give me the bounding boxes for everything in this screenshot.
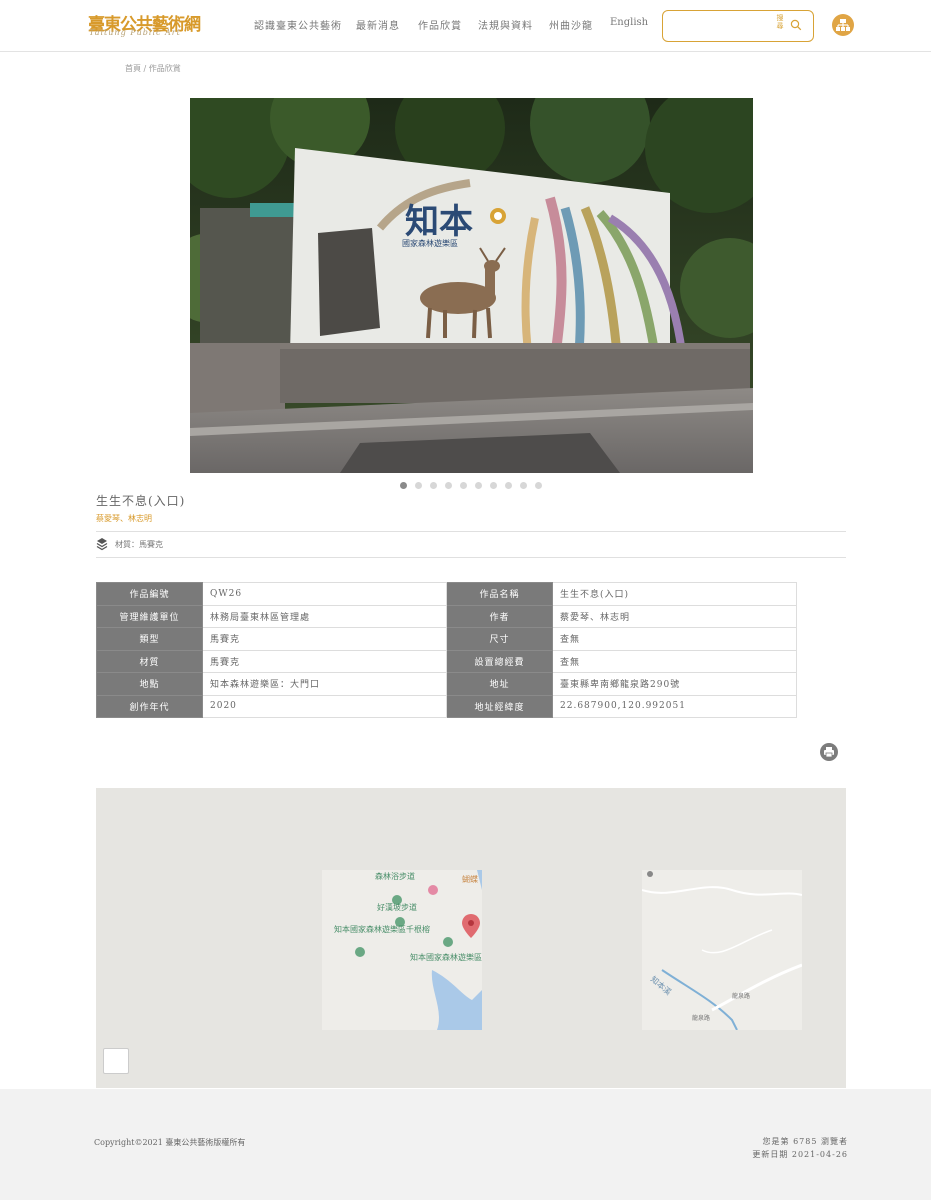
map-label-trail2: 好漢坡步道 [377,902,417,912]
nav-item-salon[interactable]: 州曲沙龍 [549,17,593,32]
map-label-partial: 蝴蝶 [462,874,478,884]
map-label-trail1: 森林浴步道 [375,871,415,881]
table-value: 蔡愛琴、林志明 [552,604,797,628]
update-date: 更新日期 2021-04-26 [752,1150,848,1159]
sitemap-button[interactable] [832,14,854,36]
carousel-dot[interactable] [520,482,527,489]
table-row: 材質 馬賽克 設置總經費 查無 [96,649,797,673]
carousel-dot[interactable] [505,482,512,489]
search-icon[interactable] [790,19,802,31]
table-key: 尺寸 [446,627,553,651]
copyright-text: Copyright©2021 臺東公共藝術版權所有 [94,1138,246,1147]
nav-item-news[interactable]: 最新消息 [356,17,400,32]
carousel-dot[interactable] [535,482,542,489]
table-key: 設置總經費 [446,649,553,673]
search-button[interactable]: 搜尋 [775,14,785,38]
table-key: 作品名稱 [446,582,553,606]
table-row: 類型 馬賽克 尺寸 查無 [96,627,797,651]
material-line: 材質：馬賽克 [115,540,163,549]
nav-item-about[interactable]: 認識臺東公共藝術 [254,17,342,32]
carousel-dot[interactable] [490,482,497,489]
carousel-dot[interactable] [430,482,437,489]
table-key: 地址經緯度 [446,694,553,718]
map-tile-graphic: 森林浴步道 好漢坡步道 知本國家森林遊樂區千根榕 知本國家森林遊樂區 蝴蝶 [334,870,482,1030]
table-key: 材質 [96,649,203,673]
search-input[interactable] [669,17,769,35]
table-value: 生生不息(入口) [552,582,797,606]
table-value: QW26 [202,582,447,606]
site-footer: Copyright©2021 臺東公共藝術版權所有 您是第 6785 瀏覽者 更… [0,1089,931,1200]
nav-item-english[interactable]: English [610,17,648,31]
table-value: 臺東縣卑南鄉龍泉路290號 [552,672,797,696]
table-key: 作者 [446,604,553,628]
table-value: 知本森林遊樂區：大門口 [202,672,447,696]
breadcrumb-home[interactable]: 首頁 [125,64,141,73]
work-title: 生生不息(入口) [96,494,186,508]
table-row: 創作年代 2020 地址經緯度 22.687900,120.992051 [96,694,797,718]
artwork-photo[interactable]: 知本 國家森林遊樂區 [190,98,753,473]
work-artist: 蔡愛琴、林志明 [96,514,152,523]
site-header: 臺東公共藝術網 Taitung Public Art 認識臺東公共藝術 最新消息… [0,0,931,52]
carousel-dot[interactable] [475,482,482,489]
carousel-dot[interactable] [460,482,467,489]
table-value: 22.687900,120.992051 [552,694,797,718]
artwork-info-table: 作品編號 QW26 作品名稱 生生不息(入口) 管理維護單位 林務局臺東林區管理… [96,582,797,718]
carousel-dot[interactable] [400,482,407,489]
breadcrumb-separator: / [143,64,147,73]
table-value: 2020 [202,694,447,718]
artwork-photo-image: 知本 國家森林遊樂區 [190,98,753,473]
table-key: 地點 [96,672,203,696]
map-label-road2: 龍泉路 [692,1014,710,1022]
nav-item-works[interactable]: 作品欣賞 [418,17,462,32]
table-value: 查無 [552,627,797,651]
table-row: 作品編號 QW26 作品名稱 生生不息(入口) [96,582,797,606]
map-tile: 知本溪 龍泉路 龍泉路 [642,870,802,1030]
divider [96,531,846,532]
map-label-area1: 知本國家森林遊樂區千根榕 [334,924,430,934]
table-key: 管理維護單位 [96,604,203,628]
map-label-road1: 龍泉路 [732,992,750,1000]
table-key: 地址 [446,672,553,696]
logo-subtitle: Taitung Public Art [89,28,181,37]
table-value: 馬賽克 [202,649,447,673]
carousel-dot[interactable] [445,482,452,489]
table-row: 地點 知本森林遊樂區：大門口 地址 臺東縣卑南鄉龍泉路290號 [96,672,797,696]
table-key: 作品編號 [96,582,203,606]
svg-text:知本: 知本 [405,202,473,242]
breadcrumb-current: 作品欣賞 [148,64,181,73]
breadcrumb: 首頁 / 作品欣賞 [125,63,181,74]
table-key: 創作年代 [96,694,203,718]
layers-icon [96,538,108,551]
map-label-river: 知本溪 [649,974,674,997]
map-tile: 森林浴步道 好漢坡步道 知本國家森林遊樂區千根榕 知本國家森林遊樂區 蝴蝶 [322,870,482,1030]
table-value: 馬賽克 [202,627,447,651]
map-tile-graphic: 知本溪 龍泉路 龍泉路 [642,871,802,1030]
print-button[interactable] [820,743,838,761]
map-fullscreen-button[interactable] [103,1048,129,1074]
printer-icon [824,747,834,758]
nav-item-regulations[interactable]: 法規與資料 [478,17,533,32]
map-label-area2: 知本國家森林遊樂區 [410,952,482,962]
site-logo[interactable]: 臺東公共藝術網 Taitung Public Art [88,10,201,40]
table-key: 類型 [96,627,203,651]
visitor-count: 您是第 6785 瀏覽者 [762,1137,848,1146]
table-row: 管理維護單位 林務局臺東林區管理處 作者 蔡愛琴、林志明 [96,604,797,628]
table-value: 查無 [552,649,797,673]
sitemap-icon [836,19,850,31]
location-map[interactable]: 森林浴步道 好漢坡步道 知本國家森林遊樂區千根榕 知本國家森林遊樂區 蝴蝶 知本… [96,788,846,1088]
svg-text:國家森林遊樂區: 國家森林遊樂區 [402,238,458,248]
search-button-label: 搜尋 [776,14,784,30]
carousel-dot[interactable] [415,482,422,489]
divider [96,557,846,558]
table-value: 林務局臺東林區管理處 [202,604,447,628]
